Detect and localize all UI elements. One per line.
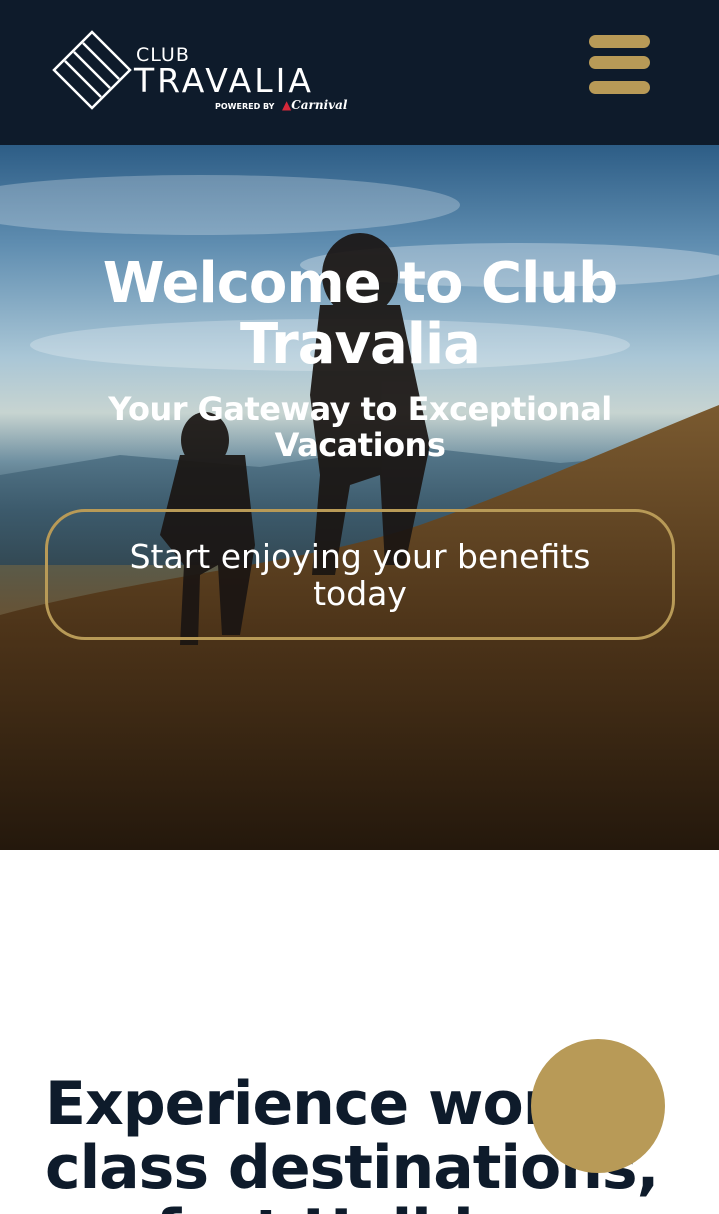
hamburger-menu-icon[interactable] (587, 32, 653, 98)
carnival-logo: ▲Carnival (282, 98, 348, 112)
logo-powered-by-text: POWERED BY (215, 102, 275, 111)
logo-mark-icon (52, 30, 132, 110)
start-benefits-button-label: Start enjoying your benefits today (129, 536, 591, 613)
menu-bar-middle (589, 56, 650, 69)
hero-section: Welcome to Club Travalia Your Gateway to… (0, 145, 719, 850)
site-header: CLUB TRAVALIA POWERED BY ▲Carnival (0, 0, 719, 145)
hero-subtitle: Your Gateway to Exceptional Vacations (108, 390, 612, 464)
logo-travalia-text: TRAVALIA (134, 61, 314, 100)
start-benefits-button[interactable]: Start enjoying your benefits today (45, 509, 675, 640)
menu-bar-bottom (589, 81, 650, 94)
carnival-logo-text: Carnival (291, 98, 348, 112)
floating-action-button[interactable] (531, 1039, 665, 1173)
club-travalia-logo[interactable]: CLUB TRAVALIA POWERED BY ▲Carnival (52, 30, 347, 116)
hero-title: Welcome to Club Travalia (102, 251, 618, 377)
menu-bar-top (589, 35, 650, 48)
